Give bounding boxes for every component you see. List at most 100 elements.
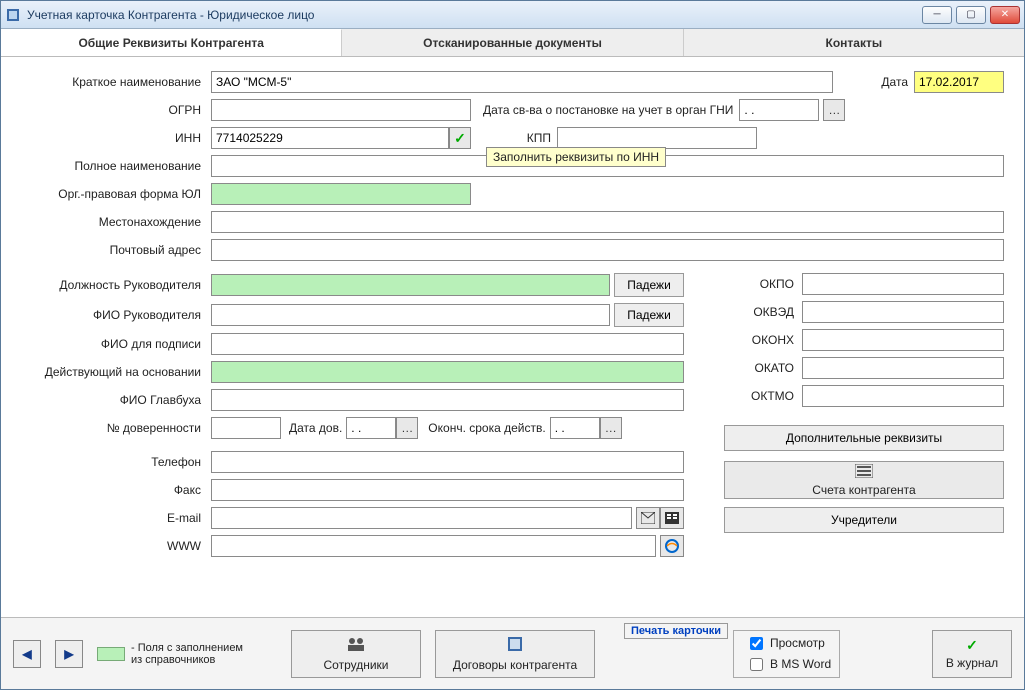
extra-requisites-button[interactable]: Дополнительные реквизиты [724, 425, 1004, 451]
legend-swatch [97, 647, 125, 661]
fio-sign-field[interactable] [211, 333, 684, 355]
label-inn: ИНН [21, 131, 211, 145]
preview-checkbox-row[interactable]: Просмотр [746, 634, 831, 653]
close-button[interactable]: ✕ [990, 6, 1020, 24]
www-field[interactable] [211, 535, 656, 557]
window-buttons: ─ ▢ ✕ [922, 6, 1020, 24]
label-poa-no: № доверенности [21, 421, 211, 435]
preview-checkbox[interactable] [750, 637, 763, 650]
head-position-field[interactable] [211, 274, 610, 296]
tab-content: Краткое наименование Дата ОГРН Дата св-в… [1, 57, 1024, 617]
label-head-position: Должность Руководителя [21, 278, 211, 292]
accounts-button-label: Счета контрагента [812, 483, 915, 497]
kpp-field[interactable] [557, 127, 757, 149]
minimize-button[interactable]: ─ [922, 6, 952, 24]
tab-scanned[interactable]: Отсканированные документы [342, 29, 683, 56]
label-head-fio: ФИО Руководителя [21, 308, 211, 322]
oktmo-field[interactable] [802, 385, 1004, 407]
label-postal: Почтовый адрес [21, 243, 211, 257]
check-icon: ✓ [454, 130, 466, 147]
poa-end-picker-button[interactable]: … [600, 417, 622, 439]
basis-field[interactable] [211, 361, 684, 383]
journal-check-icon: ✓ [966, 637, 978, 654]
titlebar: Учетная карточка Контрагента - Юридическ… [1, 1, 1024, 29]
okato-field[interactable] [802, 357, 1004, 379]
maximize-button[interactable]: ▢ [956, 6, 986, 24]
date-field[interactable] [914, 71, 1004, 93]
poa-end-field[interactable] [550, 417, 600, 439]
label-acc-fio: ФИО Главбуха [21, 393, 211, 407]
msword-checkbox[interactable] [750, 658, 763, 671]
preview-label: Просмотр [770, 636, 825, 650]
okved-field[interactable] [802, 301, 1004, 323]
employees-label: Сотрудники [324, 658, 389, 672]
tab-contacts[interactable]: Контакты [684, 29, 1024, 56]
label-okonh: ОКОНХ [724, 333, 794, 347]
label-date: Дата [881, 75, 908, 89]
print-card-button[interactable]: Печать карточки [624, 623, 728, 639]
inn-field[interactable] [211, 127, 449, 149]
poa-date-picker-button[interactable]: … [396, 417, 418, 439]
cert-date-field[interactable] [739, 99, 819, 121]
legend-line1: - Поля с заполнением [131, 642, 243, 654]
label-phone: Телефон [21, 455, 211, 469]
label-poa-end: Оконч. срока действ. [428, 421, 545, 435]
employees-icon [346, 635, 366, 656]
poa-date-field[interactable] [346, 417, 396, 439]
inn-tooltip: Заполнить реквизиты по ИНН [486, 147, 666, 167]
window: Учетная карточка Контрагента - Юридическ… [0, 0, 1025, 690]
cert-date-picker-button[interactable]: … [823, 99, 845, 121]
tabstrip: Общие Реквизиты Контрагента Отсканирован… [1, 29, 1024, 57]
email-field[interactable] [211, 507, 632, 529]
label-www: WWW [21, 539, 211, 553]
short-name-field[interactable] [211, 71, 833, 93]
footer: ◀ ▶ - Поля с заполнением из справочников… [1, 617, 1024, 689]
tab-general[interactable]: Общие Реквизиты Контрагента [1, 29, 342, 56]
location-field[interactable] [211, 211, 1004, 233]
label-okved: ОКВЭД [724, 305, 794, 319]
accounts-button[interactable]: Счета контрагента [724, 461, 1004, 499]
label-kpp: КПП [511, 131, 551, 145]
label-full-name: Полное наименование [21, 159, 211, 173]
label-ogrn: ОГРН [21, 103, 211, 117]
phone-field[interactable] [211, 451, 684, 473]
label-org-form: Орг.-правовая форма ЮЛ [21, 187, 211, 201]
mail-send-button[interactable] [636, 507, 660, 529]
founders-button[interactable]: Учредители [724, 507, 1004, 533]
cases-button-2[interactable]: Падежи [614, 303, 684, 327]
contacts-list-button[interactable] [660, 507, 684, 529]
nav-next-button[interactable]: ▶ [55, 640, 83, 668]
okonh-field[interactable] [802, 329, 1004, 351]
journal-label: В журнал [946, 656, 998, 670]
legend-line2: из справочников [131, 654, 243, 666]
cases-button-1[interactable]: Падежи [614, 273, 684, 297]
employees-button[interactable]: Сотрудники [291, 630, 421, 678]
postal-field[interactable] [211, 239, 1004, 261]
fax-field[interactable] [211, 479, 684, 501]
poa-no-field[interactable] [211, 417, 281, 439]
acc-fio-field[interactable] [211, 389, 684, 411]
msword-label: В MS Word [770, 657, 831, 671]
label-okpo: ОКПО [724, 277, 794, 291]
msword-checkbox-row[interactable]: В MS Word [746, 655, 831, 674]
app-icon [5, 7, 21, 23]
contracts-label: Договоры контрагента [453, 658, 577, 672]
label-fax: Факс [21, 483, 211, 497]
head-fio-field[interactable] [211, 304, 610, 326]
nav-prev-button[interactable]: ◀ [13, 640, 41, 668]
fill-by-inn-button[interactable]: ✓ [449, 127, 471, 149]
window-title: Учетная карточка Контрагента - Юридическ… [27, 8, 916, 22]
to-journal-button[interactable]: ✓ В журнал [932, 630, 1012, 678]
label-oktmo: ОКТМО [724, 389, 794, 403]
okpo-field[interactable] [802, 273, 1004, 295]
print-group: Печать карточки Просмотр В MS Word [733, 630, 840, 678]
contracts-button[interactable]: Договоры контрагента [435, 630, 595, 678]
label-email: E-mail [21, 511, 211, 525]
label-location: Местонахождение [21, 215, 211, 229]
org-form-field[interactable] [211, 183, 471, 205]
label-basis: Действующий на основании [21, 365, 211, 379]
ogrn-field[interactable] [211, 99, 471, 121]
label-short-name: Краткое наименование [21, 75, 211, 89]
open-browser-button[interactable] [660, 535, 684, 557]
label-cert-date: Дата св-ва о постановке на учет в орган … [483, 103, 733, 117]
